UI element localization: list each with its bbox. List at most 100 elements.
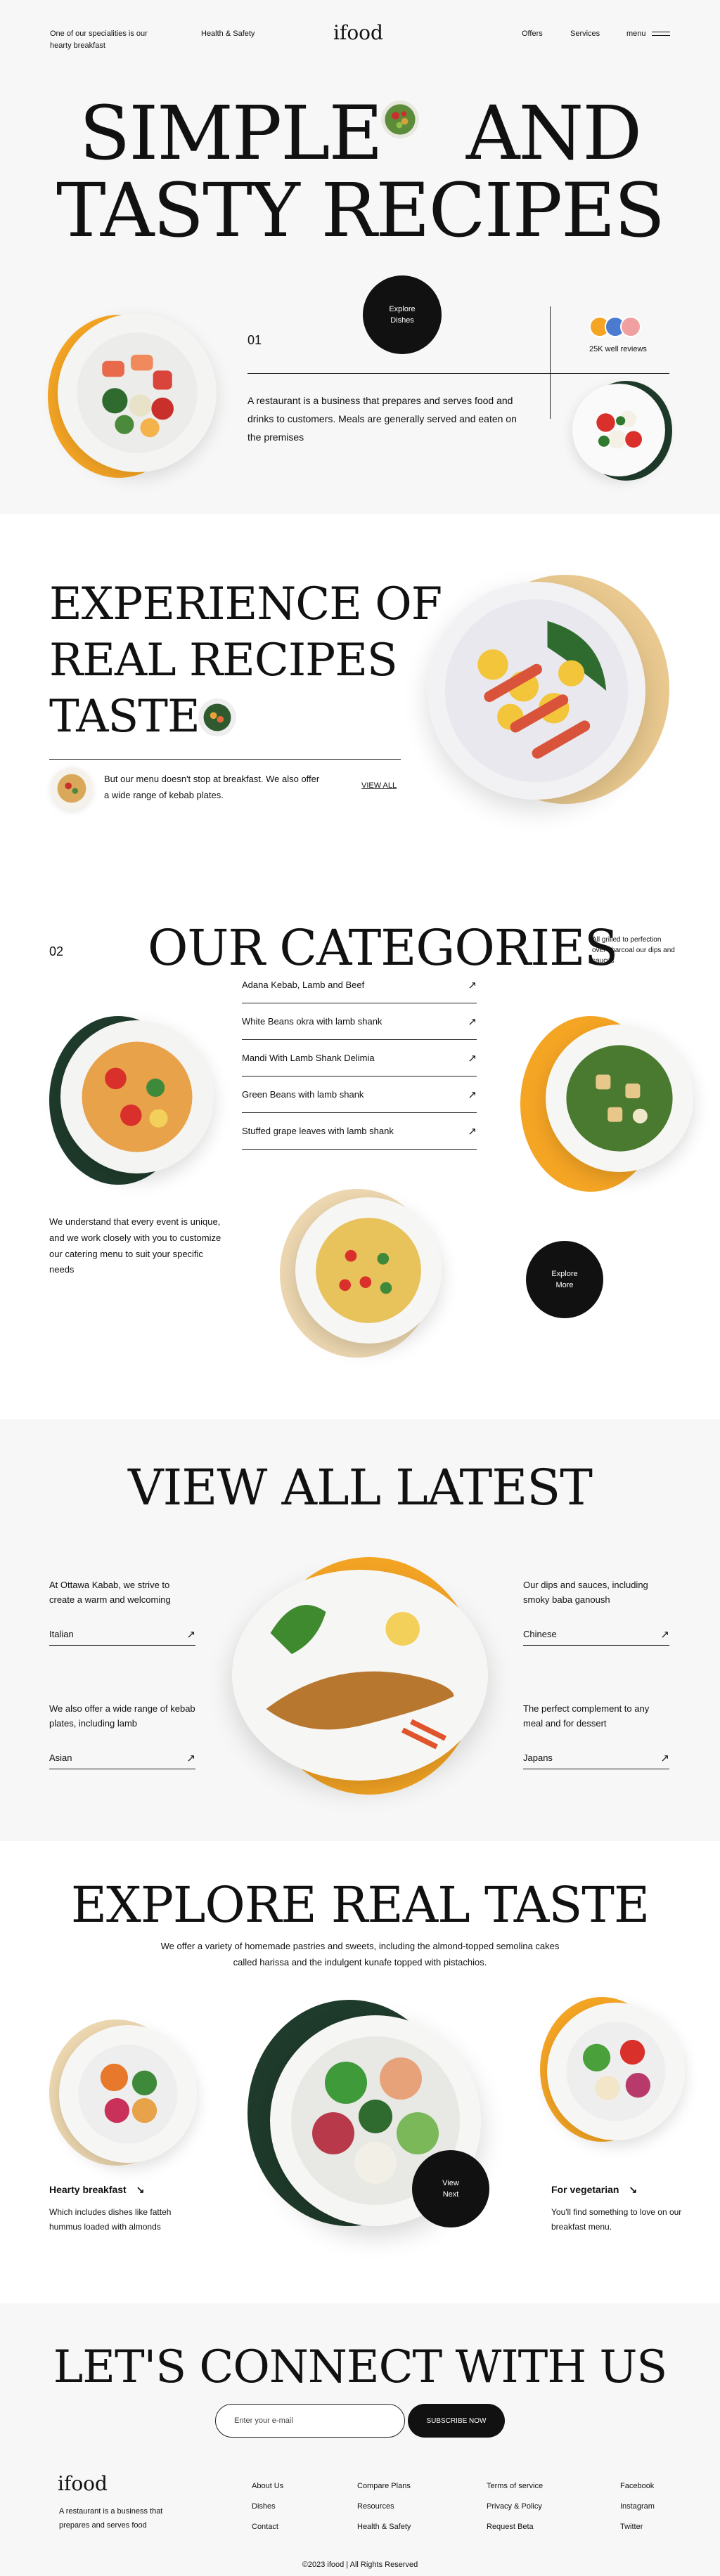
view-all-link[interactable]: VIEW ALL bbox=[361, 781, 397, 790]
top-nav: One of our specialities is our hearty br… bbox=[0, 0, 720, 67]
arrow-up-right-icon: ↗ bbox=[468, 1015, 477, 1028]
reviews-count: 25K well reviews bbox=[589, 345, 647, 353]
category-rice-plate-image bbox=[295, 1197, 442, 1344]
latest-left-top-text: At Ottawa Kabab, we strive to create a w… bbox=[49, 1580, 171, 1605]
hamburger-icon bbox=[651, 32, 670, 36]
category-item[interactable]: Mandi With Lamb Shank Delimia ↗ bbox=[242, 1040, 477, 1076]
explore-veg-plate-image bbox=[547, 2003, 685, 2140]
experience-title-line3: TASTE bbox=[49, 689, 442, 745]
experience-title-shrimp-image bbox=[198, 698, 236, 736]
footer-link-contact[interactable]: Contact bbox=[252, 2517, 283, 2537]
category-item[interactable]: Stuffed grape leaves with lamb shank ↗ bbox=[242, 1113, 477, 1150]
footer-col-company: About Us Dishes Contact bbox=[252, 2476, 283, 2537]
category-pasta-plate-image bbox=[60, 1020, 214, 1173]
nav-services-link[interactable]: Services bbox=[570, 30, 600, 38]
experience-title-taste: TASTE bbox=[49, 691, 200, 743]
footer-link-twitter[interactable]: Twitter bbox=[620, 2517, 655, 2537]
experience-divider bbox=[49, 759, 401, 760]
categories-side-note: All grilled to perfection over charcoal … bbox=[592, 936, 675, 965]
footer-link-terms[interactable]: Terms of service bbox=[487, 2476, 543, 2497]
explore-more-label: Explore More bbox=[551, 1269, 578, 1290]
footer-link-dishes[interactable]: Dishes bbox=[252, 2497, 283, 2517]
category-item-label: White Beans okra with lamb shank bbox=[242, 1016, 382, 1027]
experience-title-line2: REAL RECIPES bbox=[49, 635, 398, 687]
hearty-breakfast-label: Hearty breakfast bbox=[49, 2184, 127, 2195]
footer-col-social: Facebook Instagram Twitter bbox=[620, 2476, 655, 2537]
footer-link-instagram[interactable]: Instagram bbox=[620, 2497, 655, 2517]
latest-link-japans[interactable]: Japans ↗ bbox=[523, 1747, 669, 1769]
arrow-up-right-icon: ↗ bbox=[186, 1752, 195, 1764]
experience-shrimp-plate-image bbox=[428, 582, 645, 800]
categories-section: 02 OUR CATEGORIES All grilled to perfect… bbox=[0, 891, 720, 1419]
hero-divider-horizontal bbox=[248, 373, 669, 374]
hero-title-line2: TASTY RECIPES bbox=[56, 167, 665, 254]
experience-section: EXPERIENCE OF REAL RECIPES TASTE But our… bbox=[0, 514, 720, 891]
footer-logo[interactable]: ifood bbox=[58, 2472, 108, 2495]
latest-link-label: Asian bbox=[49, 1752, 72, 1763]
view-next-button[interactable]: View Next bbox=[412, 2150, 489, 2227]
hero-title-salad-image bbox=[381, 100, 419, 138]
latest-fish-plate-image bbox=[232, 1570, 488, 1781]
latest-section: VIEW ALL LATEST At Ottawa Kabab, we stri… bbox=[0, 1419, 720, 1841]
footer-link-compare[interactable]: Compare Plans bbox=[357, 2476, 411, 2497]
experience-thumb-image bbox=[51, 767, 93, 809]
logo[interactable]: ifood bbox=[333, 21, 383, 44]
arrow-down-right-icon: ↘ bbox=[629, 2184, 638, 2195]
latest-link-italian[interactable]: Italian ↗ bbox=[49, 1623, 195, 1646]
arrow-up-right-icon: ↗ bbox=[660, 1752, 669, 1764]
category-item-label: Stuffed grape leaves with lamb shank bbox=[242, 1126, 394, 1136]
hearty-breakfast-title[interactable]: Hearty breakfast ↘ bbox=[49, 2184, 144, 2196]
arrow-up-right-icon: ↗ bbox=[660, 1628, 669, 1641]
hero-caprese-plate-image bbox=[572, 384, 665, 476]
category-item[interactable]: Green Beans with lamb shank ↗ bbox=[242, 1076, 477, 1113]
footer-col-resources: Compare Plans Resources Health & Safety bbox=[357, 2476, 411, 2537]
footer-link-about[interactable]: About Us bbox=[252, 2476, 283, 2497]
arrow-up-right-icon: ↗ bbox=[468, 1088, 477, 1101]
arrow-up-right-icon: ↗ bbox=[468, 1052, 477, 1065]
latest-left-bottom-text: We also offer a wide range of kebab plat… bbox=[49, 1703, 195, 1729]
latest-right-top-text: Our dips and sauces, including smoky bab… bbox=[523, 1580, 648, 1605]
explore-section: EXPLORE REAL TASTE We offer a variety of… bbox=[0, 1841, 720, 2303]
latest-link-asian[interactable]: Asian ↗ bbox=[49, 1747, 195, 1769]
arrow-up-right-icon: ↗ bbox=[468, 1125, 477, 1138]
category-salad-plate-image bbox=[546, 1024, 693, 1172]
for-vegetarian-label: For vegetarian bbox=[551, 2184, 619, 2195]
explore-more-button[interactable]: Explore More bbox=[526, 1241, 603, 1318]
catering-text: We understand that every event is unique… bbox=[49, 1216, 221, 1275]
review-avatars bbox=[589, 316, 641, 337]
nav-offers-link[interactable]: Offers bbox=[522, 30, 543, 38]
footer-link-resources[interactable]: Resources bbox=[357, 2497, 411, 2517]
footer-link-health[interactable]: Health & Safety bbox=[357, 2517, 411, 2537]
latest-link-chinese[interactable]: Chinese ↗ bbox=[523, 1623, 669, 1646]
email-input[interactable]: Enter your e-mail bbox=[215, 2404, 405, 2438]
category-list: Adana Kebab, Lamb and Beef ↗ White Beans … bbox=[242, 967, 477, 1150]
category-item[interactable]: White Beans okra with lamb shank ↗ bbox=[242, 1003, 477, 1040]
nav-health-link[interactable]: Health & Safety bbox=[201, 30, 255, 38]
categories-number: 02 bbox=[49, 944, 64, 958]
view-next-label: View Next bbox=[442, 2178, 459, 2199]
footer-link-beta[interactable]: Request Beta bbox=[487, 2517, 543, 2537]
footer-link-facebook[interactable]: Facebook bbox=[620, 2476, 655, 2497]
menu-button[interactable]: menu bbox=[626, 30, 670, 38]
footer-col-legal: Terms of service Privacy & Policy Reques… bbox=[487, 2476, 543, 2537]
explore-description: We offer a variety of homemade pastries … bbox=[160, 1941, 560, 1968]
experience-title-line1: EXPERIENCE OF bbox=[49, 578, 442, 630]
email-placeholder: Enter your e-mail bbox=[234, 2416, 293, 2425]
hero-number: 01 bbox=[248, 333, 262, 347]
connect-title: LET'S CONNECT WITH US bbox=[53, 2341, 668, 2393]
category-item-label: Green Beans with lamb shank bbox=[242, 1089, 364, 1100]
explore-dishes-button[interactable]: Explore Dishes bbox=[363, 275, 442, 354]
footer-section: LET'S CONNECT WITH US Enter your e-mail … bbox=[0, 2303, 720, 2576]
for-vegetarian-title[interactable]: For vegetarian ↘ bbox=[551, 2184, 637, 2196]
category-item-label: Adana Kebab, Lamb and Beef bbox=[242, 980, 365, 990]
hero-title-simple: SIMPLE bbox=[79, 90, 383, 176]
latest-link-label: Italian bbox=[49, 1629, 74, 1639]
hero-title-and: AND bbox=[465, 90, 642, 176]
category-item[interactable]: Adana Kebab, Lamb and Beef ↗ bbox=[242, 967, 477, 1003]
hero-description: A restaurant is a business that prepares… bbox=[248, 395, 517, 443]
latest-link-label: Japans bbox=[523, 1752, 553, 1763]
subscribe-button[interactable]: SUBSCRIBE NOW bbox=[408, 2404, 505, 2438]
footer-link-privacy[interactable]: Privacy & Policy bbox=[487, 2497, 543, 2517]
footer-description: A restaurant is a business that prepares… bbox=[59, 2507, 163, 2530]
latest-link-label: Chinese bbox=[523, 1629, 557, 1639]
